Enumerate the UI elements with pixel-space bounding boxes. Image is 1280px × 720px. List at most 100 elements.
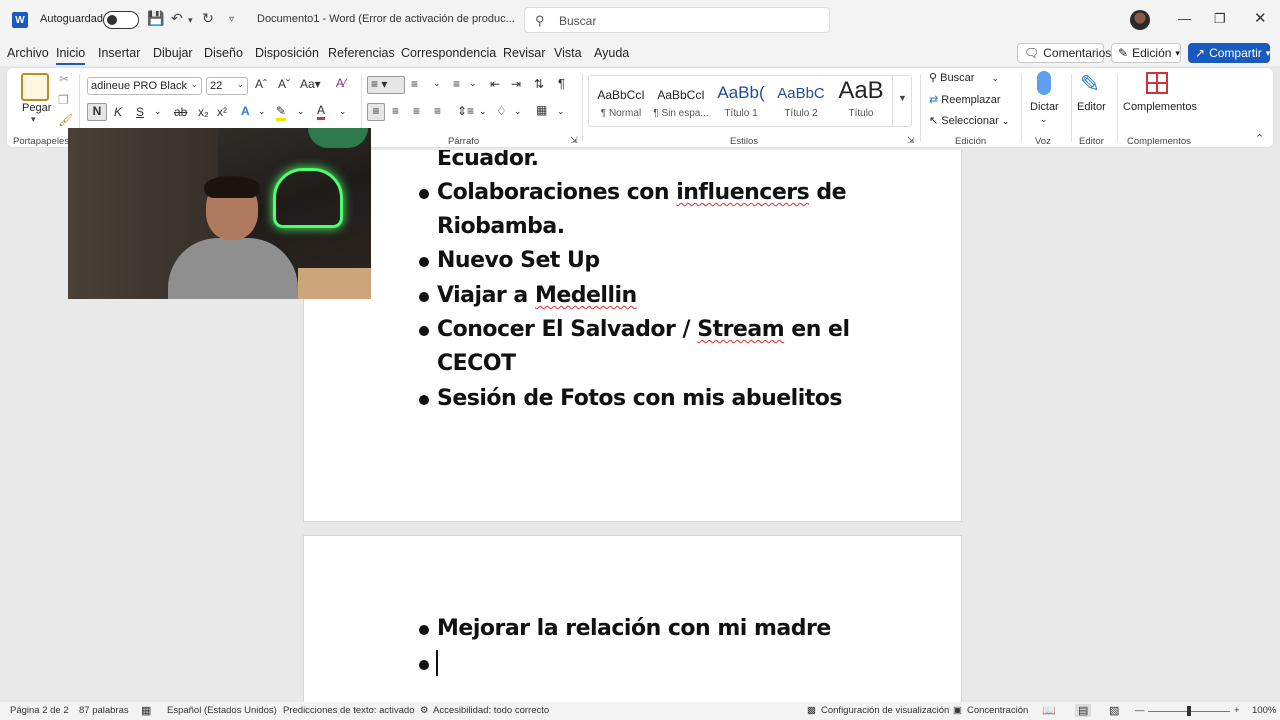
zoom-slider-handle[interactable] <box>1187 706 1191 716</box>
tab-correspondencia[interactable]: Correspondencia <box>401 46 496 60</box>
tab-disposicion[interactable]: Disposición <box>255 46 319 60</box>
undo-icon[interactable]: ↶ <box>171 10 183 27</box>
chevron-down-icon[interactable]: ⌄ <box>154 106 162 117</box>
search-box[interactable]: ⚲ Buscar <box>524 7 830 33</box>
highlight-icon[interactable]: ✎ <box>276 104 287 121</box>
tab-dibujar[interactable]: Dibujar <box>153 46 193 60</box>
comments-button[interactable]: 🗨 Comentarios <box>1017 43 1111 63</box>
share-button[interactable]: ↗ Compartir ▾ <box>1188 43 1270 63</box>
style-title[interactable]: AaB Título <box>831 76 891 126</box>
style-no-spacing[interactable]: AaBbCcI ¶ Sin espa... <box>651 76 711 126</box>
chevron-down-icon[interactable]: ⌄ <box>339 106 347 117</box>
chevron-down-icon[interactable]: ⌄ <box>514 106 522 117</box>
font-name-field[interactable]: adineue PRO Black ⌄ <box>87 77 202 95</box>
font-size-field[interactable]: 22 ⌄ <box>206 77 248 95</box>
align-center-icon[interactable]: ≡ <box>392 104 399 118</box>
microphone-icon[interactable] <box>1037 71 1051 95</box>
text-predictions-status[interactable]: Predicciones de texto: activado <box>283 705 415 716</box>
multilevel-list-icon[interactable]: ≡ <box>453 77 460 91</box>
line-spacing-icon[interactable]: ⇕≡ <box>457 104 474 118</box>
zoom-in-icon[interactable]: + <box>1234 705 1240 716</box>
dialog-launcher-icon[interactable]: ⇲ <box>570 135 578 146</box>
paste-label[interactable]: Pegar <box>22 102 51 114</box>
customize-toolbar-icon[interactable]: ▿ <box>229 14 234 25</box>
accessibility-status[interactable]: Accesibilidad: todo correcto <box>433 705 549 716</box>
align-right-icon[interactable]: ≡ <box>413 104 420 118</box>
collapse-ribbon-icon[interactable]: ⌃ <box>1255 132 1264 145</box>
editor-label[interactable]: Editor <box>1077 101 1106 113</box>
chevron-down-icon[interactable]: ⌄ <box>258 106 266 117</box>
increase-indent-icon[interactable]: ⇥ <box>511 77 521 91</box>
cut-icon[interactable]: ✂ <box>59 72 69 86</box>
zoom-level[interactable]: 100% <box>1252 705 1276 716</box>
tab-vista[interactable]: Vista <box>554 46 582 60</box>
page-count[interactable]: Página 2 de 2 <box>10 705 69 716</box>
chevron-down-icon[interactable]: ⌄ <box>1040 114 1048 125</box>
show-formatting-icon[interactable]: ¶ <box>558 76 565 91</box>
paste-icon[interactable] <box>21 73 49 101</box>
clear-formatting-icon[interactable]: A⁄ <box>336 76 346 90</box>
numbering-icon[interactable]: ≡ <box>411 77 418 91</box>
shrink-font-icon[interactable]: Aˇ <box>278 77 290 91</box>
autosave-toggle[interactable] <box>103 11 139 29</box>
zoom-out-icon[interactable]: — <box>1135 705 1145 716</box>
superscript-icon[interactable]: x² <box>217 105 227 119</box>
user-avatar[interactable] <box>1130 10 1150 30</box>
language-status[interactable]: Español (Estados Unidos) <box>167 705 277 716</box>
paste-dropdown-icon[interactable]: ▾ <box>31 114 36 125</box>
undo-dropdown-icon[interactable]: ▾ <box>188 15 193 26</box>
format-painter-icon[interactable]: 🖌 <box>58 113 73 127</box>
underline-button[interactable]: S <box>136 105 144 119</box>
italic-button[interactable]: K <box>114 105 122 119</box>
strikethrough-icon[interactable]: ab <box>174 105 187 119</box>
word-count[interactable]: 87 palabras <box>79 705 129 716</box>
replace-button[interactable]: ⇄ Reemplazar <box>929 93 1001 106</box>
bullets-button[interactable]: ≡ ▾ <box>367 76 405 94</box>
addins-icon[interactable] <box>1146 72 1168 94</box>
chevron-down-icon[interactable]: ⌄ <box>479 106 487 117</box>
dictate-label[interactable]: Dictar <box>1030 101 1059 113</box>
borders-icon[interactable]: ▦ <box>536 103 547 117</box>
print-layout-icon[interactable]: ▤ <box>1075 704 1092 717</box>
chevron-down-icon[interactable]: ⌄ <box>433 78 441 89</box>
web-layout-icon[interactable]: ▧ <box>1109 704 1119 717</box>
redo-icon[interactable]: ↻ <box>202 10 214 27</box>
chevron-down-icon[interactable]: ⌄ <box>469 78 477 89</box>
close-icon[interactable]: ✕ <box>1254 9 1267 27</box>
chevron-down-icon[interactable]: ⌄ <box>297 106 305 117</box>
justify-icon[interactable]: ≡ <box>434 104 441 118</box>
tab-revisar[interactable]: Revisar <box>503 46 545 60</box>
tab-ayuda[interactable]: Ayuda <box>594 46 629 60</box>
tab-diseno[interactable]: Diseño <box>204 46 243 60</box>
save-icon[interactable]: 💾 <box>147 10 164 27</box>
shading-icon[interactable]: ♢ <box>496 104 507 118</box>
select-button[interactable]: ↖ Seleccionar ⌄ <box>929 114 1009 127</box>
style-normal[interactable]: AaBbCcI ¶ Normal <box>591 76 651 126</box>
tab-inicio[interactable]: Inicio <box>56 46 86 65</box>
tab-referencias[interactable]: Referencias <box>328 46 395 60</box>
display-settings-button[interactable]: Configuración de visualización <box>821 705 949 716</box>
document-page[interactable]: Ecuador. Colaboraciones con influencers … <box>303 150 962 522</box>
subscript-icon[interactable]: x₂ <box>198 105 209 119</box>
focus-mode-button[interactable]: Concentración <box>967 705 1028 716</box>
grow-font-icon[interactable]: Aˆ <box>255 77 267 91</box>
editing-mode-button[interactable]: ✎ Edición ▾ <box>1111 43 1181 63</box>
document-page[interactable]: Mejorar la relación con mi madre <box>303 535 962 702</box>
read-mode-icon[interactable]: 📖 <box>1042 704 1056 717</box>
bold-button[interactable]: N <box>87 103 107 121</box>
tab-archivo[interactable]: Archivo <box>7 46 49 60</box>
font-color-icon[interactable]: A <box>317 103 326 120</box>
minimize-icon[interactable]: — <box>1178 11 1191 26</box>
style-heading-1[interactable]: AaBb( Título 1 <box>711 76 771 126</box>
dialog-launcher-icon[interactable]: ⇲ <box>907 135 915 146</box>
align-left-icon[interactable]: ≡ <box>367 103 385 121</box>
tab-insertar[interactable]: Insertar <box>98 46 140 60</box>
change-case-icon[interactable]: Aa▾ <box>300 77 321 91</box>
text-effects-icon[interactable]: A <box>241 104 250 118</box>
addins-label[interactable]: Complementos <box>1123 101 1197 113</box>
restore-icon[interactable]: ❐ <box>1214 11 1226 27</box>
find-button[interactable]: ⚲ Buscar ⌄ <box>929 71 999 84</box>
decrease-indent-icon[interactable]: ⇤ <box>490 77 500 91</box>
styles-more-button[interactable]: ▼ <box>892 76 911 126</box>
editor-icon[interactable]: ✎ <box>1080 70 1100 99</box>
